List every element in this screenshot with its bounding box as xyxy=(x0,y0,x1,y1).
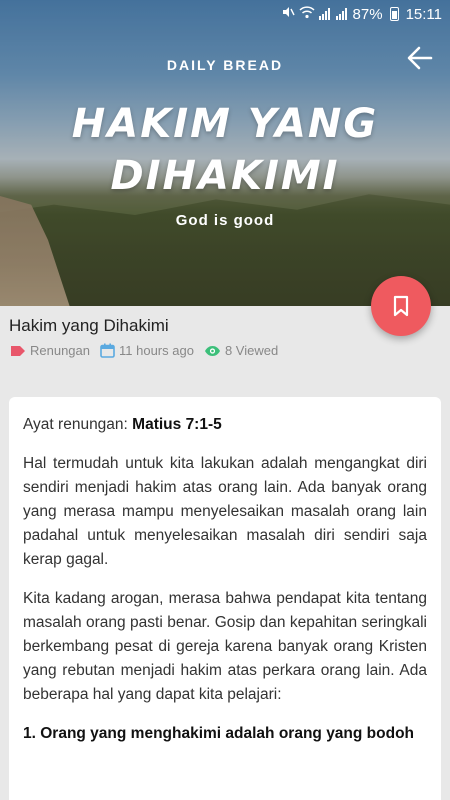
category-label: Renungan xyxy=(30,343,90,358)
article-paragraph-1: Hal termudah untuk kita lakukan adalah m… xyxy=(23,455,427,568)
hero-title: HAKIM YANG DIHAKIMI xyxy=(0,98,450,202)
hero-banner: 87% 15:11 DAILY BREAD HAKIM YANG DIHAKIM… xyxy=(0,0,450,306)
article-paragraph-2: Kita kadang arogan, merasa bahwa pendapa… xyxy=(23,590,427,703)
views-count: 8 Viewed xyxy=(224,343,279,358)
tag-icon xyxy=(11,345,25,356)
bookmark-icon xyxy=(393,295,409,317)
wifi-icon xyxy=(299,5,315,23)
post-title: Hakim yang Dihakimi xyxy=(9,316,169,335)
clock: 15:11 xyxy=(405,5,442,23)
article-heading-1: 1. Orang yang menghakimi adalah orang ya… xyxy=(23,725,415,742)
category-meta[interactable]: Renungan xyxy=(10,343,90,358)
verse-reference[interactable]: Matius 7:1-5 xyxy=(132,416,222,433)
article-card: Ayat renungan: Matius 7:1-5 Hal termudah… xyxy=(9,397,441,800)
mute-icon xyxy=(281,5,295,23)
views-meta: 8 Viewed xyxy=(204,343,278,358)
time-meta: 11 hours ago xyxy=(100,343,194,358)
hero-eyebrow: DAILY BREAD xyxy=(166,57,284,73)
signal-icon xyxy=(318,8,330,20)
battery-level: 87% xyxy=(352,5,383,23)
post-meta: Renungan 11 hours ago 8 Viewed xyxy=(10,343,278,358)
status-bar: 87% 15:11 xyxy=(0,0,450,28)
signal-icon-2 xyxy=(335,8,347,20)
hero-title-line1: HAKIM YANG xyxy=(71,101,379,147)
eye-icon xyxy=(204,345,220,356)
calendar-icon xyxy=(100,343,115,358)
bookmark-button[interactable] xyxy=(371,276,431,336)
battery-icon xyxy=(389,7,399,21)
hero-tagline: God is good xyxy=(175,212,275,229)
verse-label: Ayat renungan: xyxy=(23,416,133,433)
hero-title-line2: DIHAKIMI xyxy=(110,153,340,199)
time-ago: 11 hours ago xyxy=(119,343,194,358)
verse-line: Ayat renungan: Matius 7:1-5 xyxy=(23,413,427,437)
